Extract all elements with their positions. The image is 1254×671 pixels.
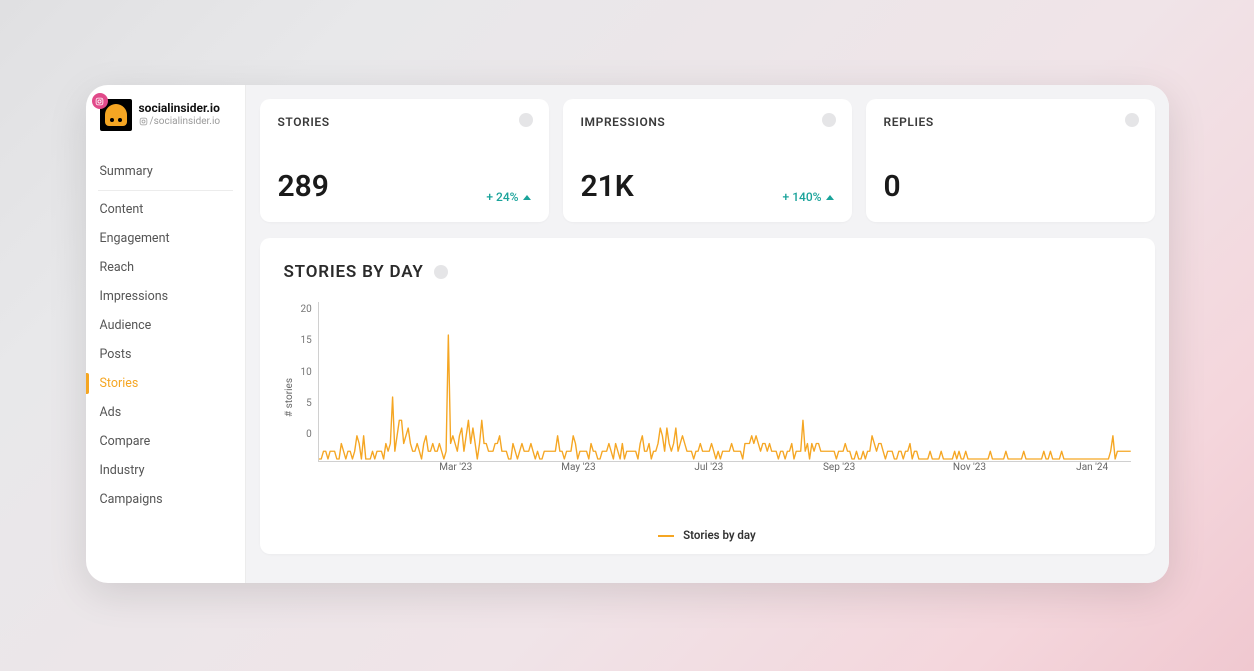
info-icon[interactable] [434, 265, 448, 279]
metric-delta: + 24% [486, 190, 530, 204]
sidebar-item-audience[interactable]: Audience [86, 311, 245, 340]
metric-value: 0 [884, 169, 901, 204]
y-axis-label: # stories [284, 378, 295, 417]
metric-delta: + 140% [783, 190, 834, 204]
sidebar-item-campaigns[interactable]: Campaigns [86, 485, 245, 514]
metric-title: IMPRESSIONS [581, 115, 834, 129]
sidebar-item-ads[interactable]: Ads [86, 398, 245, 427]
caret-up-icon [826, 195, 834, 200]
chart-title: STORIES BY DAY [284, 262, 424, 282]
sidebar: socialinsider.io /socialinsider.io Summa… [86, 85, 246, 583]
sidebar-item-impressions[interactable]: Impressions [86, 282, 245, 311]
metric-cards-row: STORIES 289 + 24% IMPRESSIONS 21K + 140% [260, 99, 1155, 222]
sidebar-item-summary[interactable]: Summary [86, 157, 245, 186]
profile-header[interactable]: socialinsider.io /socialinsider.io [86, 99, 245, 143]
metric-value: 289 [278, 169, 329, 204]
chart-legend: Stories by day [284, 528, 1131, 542]
chart-panel-stories-by-day: STORIES BY DAY # stories 20 15 10 5 0 Ma… [260, 238, 1155, 554]
metric-card-impressions: IMPRESSIONS 21K + 140% [563, 99, 852, 222]
info-icon[interactable] [519, 113, 533, 127]
dashboard-window: socialinsider.io /socialinsider.io Summa… [86, 85, 1169, 583]
sidebar-item-compare[interactable]: Compare [86, 427, 245, 456]
main-content: STORIES 289 + 24% IMPRESSIONS 21K + 140% [246, 85, 1169, 583]
metric-value: 21K [581, 169, 634, 204]
chart-plot[interactable]: Mar '23May '23Jul '23Sep '23Nov '23Jan '… [318, 302, 1131, 462]
sidebar-item-posts[interactable]: Posts [86, 340, 245, 369]
y-axis-ticks: 20 15 10 5 0 [301, 302, 318, 462]
sidebar-nav: Summary Content Engagement Reach Impress… [86, 157, 245, 514]
sidebar-item-industry[interactable]: Industry [86, 456, 245, 485]
sidebar-item-content[interactable]: Content [86, 195, 245, 224]
caret-up-icon [523, 195, 531, 200]
profile-handle: /socialinsider.io [139, 116, 221, 128]
sidebar-item-engagement[interactable]: Engagement [86, 224, 245, 253]
metric-title: REPLIES [884, 115, 1137, 129]
legend-swatch-icon [658, 535, 674, 537]
metric-card-stories: STORIES 289 + 24% [260, 99, 549, 222]
profile-name: socialinsider.io [139, 102, 221, 116]
metric-card-replies: REPLIES 0 [866, 99, 1155, 222]
info-icon[interactable] [1125, 113, 1139, 127]
metric-title: STORIES [278, 115, 531, 129]
chart-area: # stories 20 15 10 5 0 Mar '23May '23Jul… [284, 302, 1131, 492]
sidebar-item-reach[interactable]: Reach [86, 253, 245, 282]
sidebar-item-stories[interactable]: Stories [86, 369, 245, 398]
instagram-icon [92, 93, 108, 109]
info-icon[interactable] [822, 113, 836, 127]
